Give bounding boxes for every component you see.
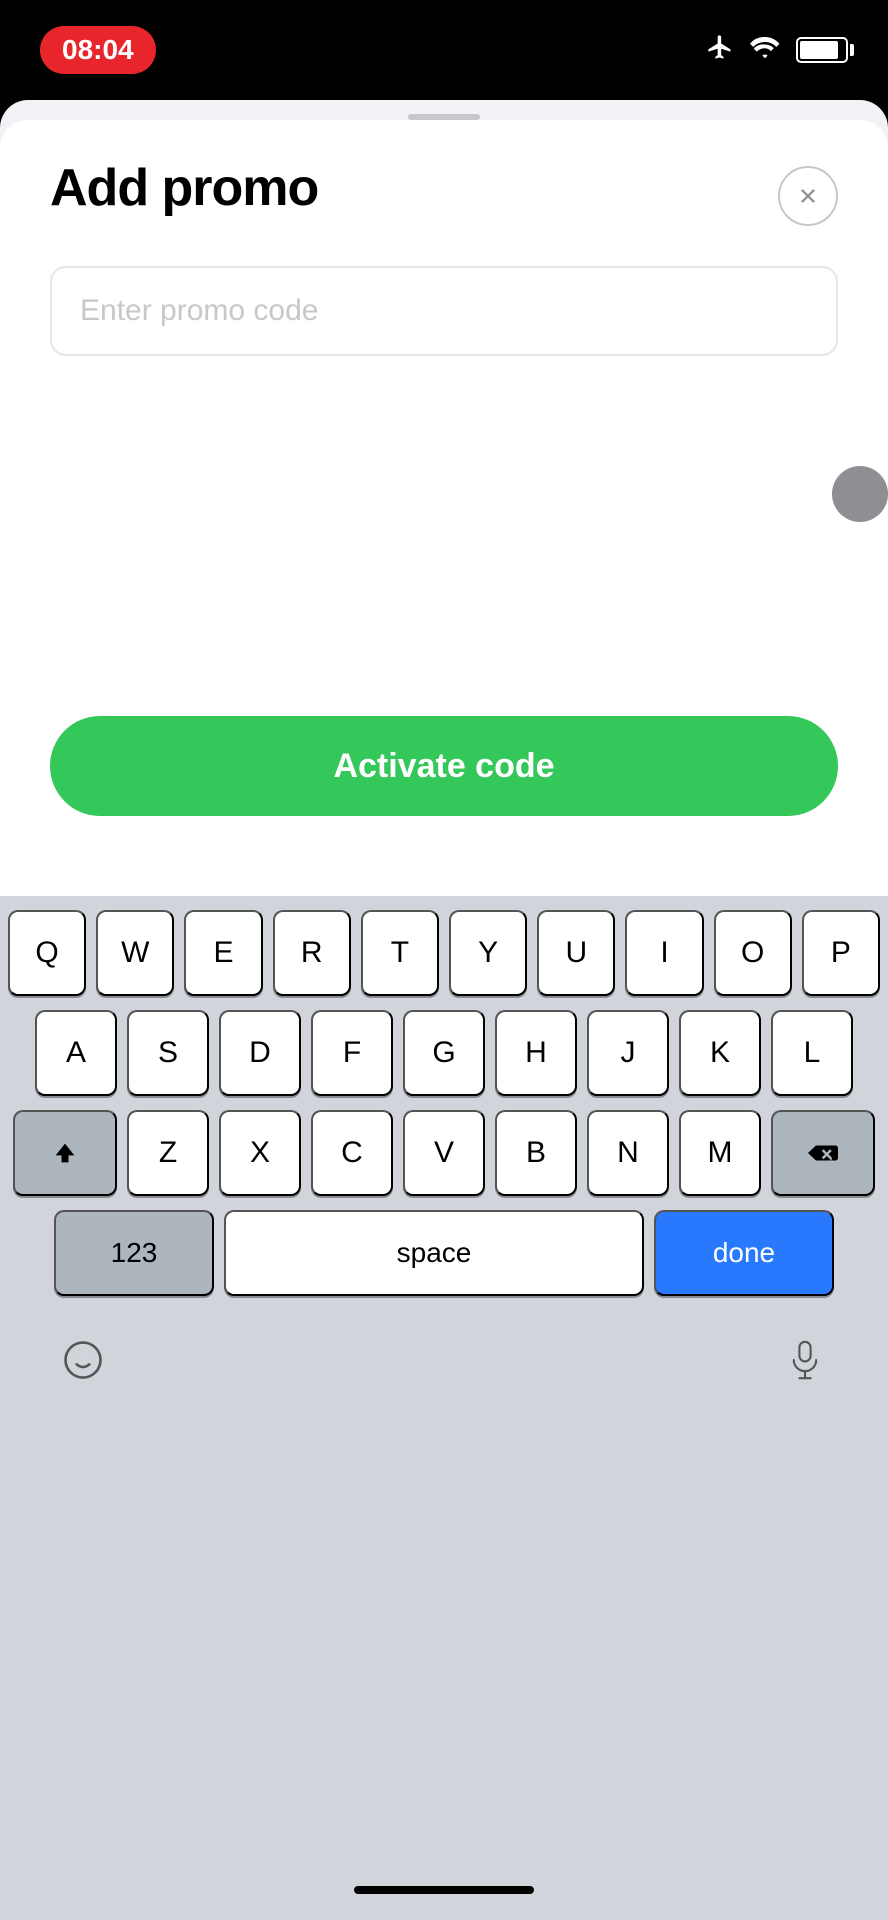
- key-s[interactable]: S: [127, 1010, 209, 1096]
- backspace-key[interactable]: [771, 1110, 875, 1196]
- promo-code-input[interactable]: [50, 266, 838, 356]
- shift-key[interactable]: [13, 1110, 117, 1196]
- key-v[interactable]: V: [403, 1110, 485, 1196]
- key-i[interactable]: I: [625, 910, 703, 996]
- key-h[interactable]: H: [495, 1010, 577, 1096]
- key-t[interactable]: T: [361, 910, 439, 996]
- key-u[interactable]: U: [537, 910, 615, 996]
- microphone-key[interactable]: [770, 1325, 840, 1395]
- key-j[interactable]: J: [587, 1010, 669, 1096]
- key-p[interactable]: P: [802, 910, 880, 996]
- emoji-key[interactable]: [48, 1325, 118, 1395]
- key-w[interactable]: W: [96, 910, 174, 996]
- key-k[interactable]: K: [679, 1010, 761, 1096]
- status-bar: 08:04: [0, 0, 888, 100]
- modal-title: Add promo: [50, 160, 318, 217]
- key-x[interactable]: X: [219, 1110, 301, 1196]
- modal-header: Add promo: [50, 160, 838, 226]
- key-r[interactable]: R: [273, 910, 351, 996]
- airplane-icon: [706, 33, 734, 68]
- modal-header-section: Add promo: [0, 120, 888, 436]
- battery-icon: [796, 37, 848, 63]
- key-f[interactable]: F: [311, 1010, 393, 1096]
- close-button[interactable]: [778, 166, 838, 226]
- key-q[interactable]: Q: [8, 910, 86, 996]
- key-g[interactable]: G: [403, 1010, 485, 1096]
- activate-code-button[interactable]: Activate code: [50, 716, 838, 816]
- key-z[interactable]: Z: [127, 1110, 209, 1196]
- key-n[interactable]: N: [587, 1110, 669, 1196]
- status-time: 08:04: [40, 26, 156, 74]
- key-y[interactable]: Y: [449, 910, 527, 996]
- keyboard-row-4: 123 space done: [8, 1210, 880, 1296]
- key-d[interactable]: D: [219, 1010, 301, 1096]
- keyboard-row-3: Z X C V B N M: [8, 1110, 880, 1196]
- key-c[interactable]: C: [311, 1110, 393, 1196]
- indicator-dot: [832, 466, 888, 522]
- key-b[interactable]: B: [495, 1110, 577, 1196]
- promo-input-wrapper: [50, 266, 838, 356]
- status-icons: [706, 33, 848, 68]
- keyboard: Q W E R T Y U I O P A S D F G H J K L: [0, 896, 888, 1860]
- done-key[interactable]: done: [654, 1210, 834, 1296]
- wifi-icon: [750, 35, 780, 66]
- numbers-key[interactable]: 123: [54, 1210, 214, 1296]
- key-e[interactable]: E: [184, 910, 262, 996]
- key-o[interactable]: O: [714, 910, 792, 996]
- key-a[interactable]: A: [35, 1010, 117, 1096]
- home-bar: [354, 1886, 534, 1894]
- keyboard-row-1: Q W E R T Y U I O P: [8, 910, 880, 996]
- keyboard-bottom-row: [8, 1310, 880, 1410]
- keyboard-row-2: A S D F G H J K L: [8, 1010, 880, 1096]
- bottom-sheet: Add promo Activate code Q W E R T: [0, 100, 888, 1920]
- key-m[interactable]: M: [679, 1110, 761, 1196]
- home-indicator: [0, 1860, 888, 1920]
- space-key[interactable]: space: [224, 1210, 644, 1296]
- key-l[interactable]: L: [771, 1010, 853, 1096]
